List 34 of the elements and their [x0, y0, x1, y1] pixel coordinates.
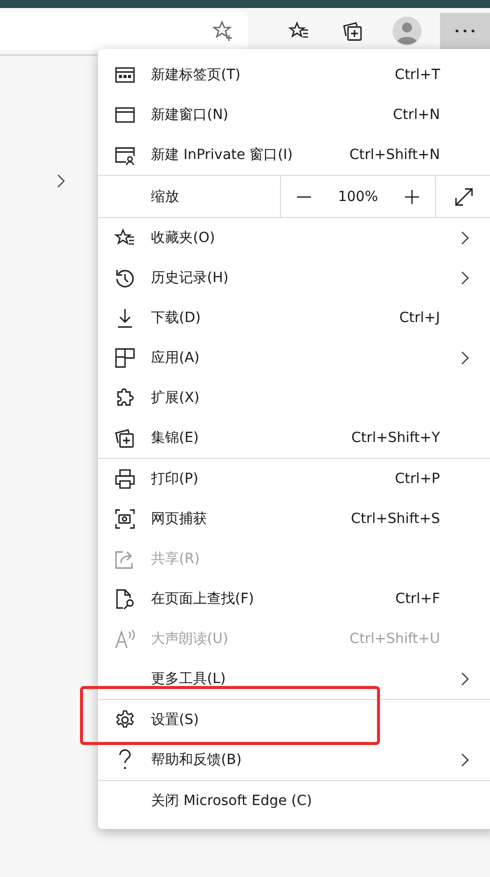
collections-icon[interactable]	[342, 20, 364, 42]
printer-icon	[114, 468, 136, 490]
menu-item[interactable]: 下载(D) Ctrl+J	[98, 298, 490, 338]
menu-item[interactable]: 新建窗口(N) Ctrl+N	[98, 95, 490, 135]
plus-icon	[404, 188, 420, 204]
minus-icon	[296, 196, 312, 198]
profile-avatar[interactable]	[392, 16, 422, 46]
add-favorite-icon[interactable]	[212, 20, 234, 42]
menu-item-label: 缩放	[150, 188, 180, 206]
menu-item[interactable]: 新建标签页(T) Ctrl+T	[98, 55, 490, 95]
zoom-level: 100%	[338, 188, 378, 204]
menu-item[interactable]: 设置(S)	[98, 700, 490, 740]
menu-item[interactable]: 关闭 Microsoft Edge (C)	[98, 781, 490, 821]
menu-item[interactable]: 打印(P) Ctrl+P	[98, 459, 490, 499]
menu-item[interactable]: 扩展(X)	[98, 378, 490, 418]
chevron-icon[interactable]	[56, 173, 66, 189]
menu-item[interactable]: 新建 InPrivate 窗口(I) Ctrl+Shift+N	[98, 135, 490, 175]
menu-item[interactable]: 应用(A)	[98, 338, 490, 378]
menu-item[interactable]: 更多工具(L)	[98, 659, 490, 699]
collections-icon	[114, 427, 136, 449]
screenshot-icon	[114, 508, 136, 530]
find-page-icon	[114, 588, 136, 610]
menu-item[interactable]: 网页捕获 Ctrl+Shift+S	[98, 499, 490, 539]
expand-icon	[453, 186, 475, 208]
menu-item[interactable]: 收藏夹(O)	[98, 218, 490, 258]
apps-icon	[114, 347, 136, 369]
more-icon	[455, 29, 475, 33]
history-icon	[114, 267, 136, 289]
menu-item[interactable]: 帮助和反馈(B)	[98, 740, 490, 780]
menu-item[interactable]: 历史记录(H)	[98, 258, 490, 298]
menu-item[interactable]: 集锦(E) Ctrl+Shift+Y	[98, 418, 490, 458]
address-field[interactable]	[0, 12, 248, 50]
read-aloud-icon	[114, 628, 136, 650]
menu-item[interactable]: 在页面上查找(F) Ctrl+F	[98, 579, 490, 619]
